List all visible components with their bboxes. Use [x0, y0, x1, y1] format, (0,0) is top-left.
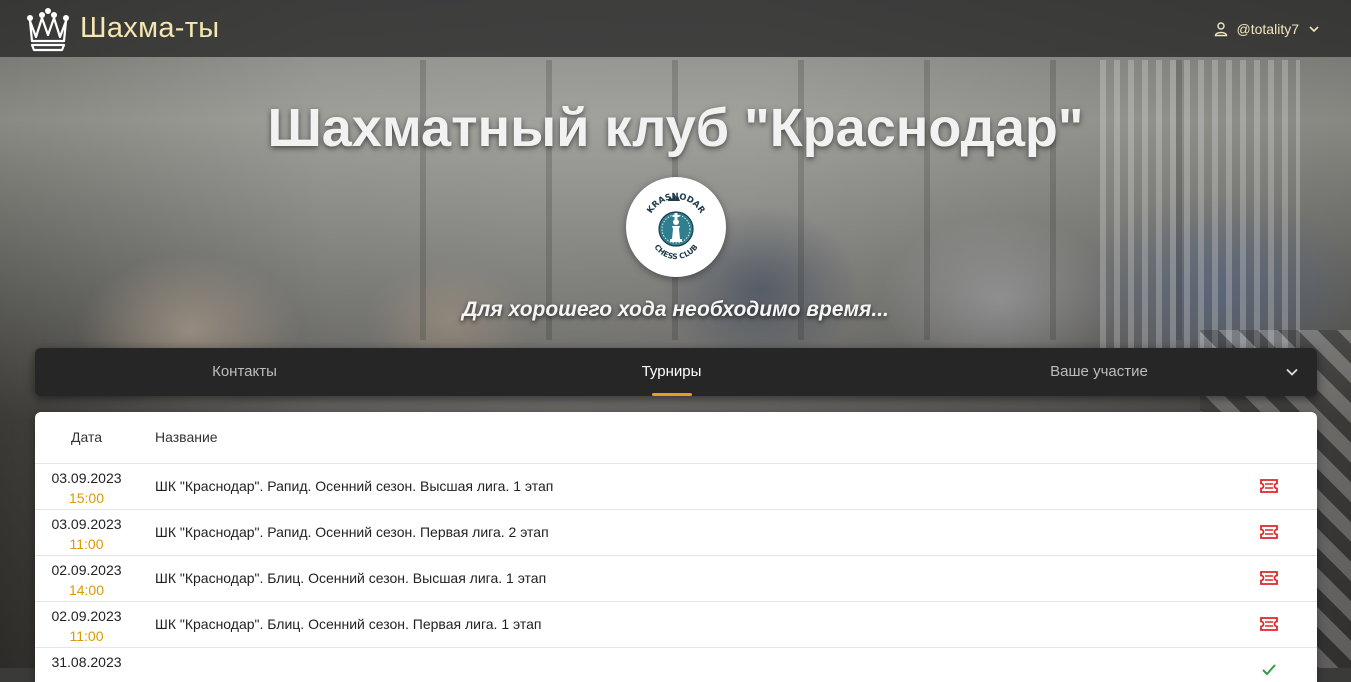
top-navbar: Шахма-ты @totality7 — [0, 0, 1351, 57]
tournament-date: 03.09.2023 — [51, 516, 122, 532]
tournament-name[interactable]: ШК "Краснодар". Рапид. Осенний сезон. Вы… — [155, 478, 553, 494]
queen-crown-icon — [27, 7, 69, 51]
ticket-icon[interactable] — [1259, 616, 1279, 632]
tournament-time: 14:00 — [68, 582, 105, 598]
date-cell: 31.08.2023 — [35, 652, 138, 672]
tournament-name[interactable]: ШК "Краснодар". Блиц. Осенний сезон. Выс… — [155, 570, 546, 586]
table-row[interactable]: 02.09.2023 11:00 ШК "Краснодар". Блиц. О… — [35, 602, 1317, 648]
ticket-icon[interactable] — [1259, 478, 1279, 494]
krasnodar-chess-club-emblem: KRASNODAR CHESS CLUB — [645, 192, 706, 261]
tournament-date: 02.09.2023 — [51, 562, 122, 578]
date-cell: 03.09.2023 11:00 — [35, 514, 138, 554]
tournament-time: 11:00 — [69, 536, 104, 552]
ticket-icon[interactable] — [1259, 524, 1279, 540]
check-icon — [1262, 664, 1276, 676]
tournament-date: 31.08.2023 — [51, 654, 122, 670]
ticket-icon[interactable] — [1259, 570, 1279, 586]
tournament-name[interactable]: ШК "Краснодар". Рапид. Осенний сезон. Пе… — [155, 524, 549, 540]
brand-link[interactable]: Шахма-ты — [24, 5, 219, 53]
chevron-down-icon[interactable] — [1285, 365, 1299, 379]
date-cell: 02.09.2023 11:00 — [35, 606, 138, 646]
tournament-name[interactable]: ШК "Краснодар". Блиц. Осенний сезон. Пер… — [155, 616, 541, 632]
tab-label: Турниры — [641, 363, 702, 380]
club-tagline: Для хорошего хода необходимо время... — [462, 298, 889, 321]
table-row[interactable]: 03.09.2023 11:00 ШК "Краснодар". Рапид. … — [35, 510, 1317, 556]
tournaments-table: Дата Название 03.09.2023 15:00 ШК "Красн… — [35, 412, 1317, 682]
table-row[interactable]: 31.08.2023 — [35, 648, 1317, 682]
user-menu[interactable]: @totality7 — [1213, 21, 1321, 37]
tab-your-participation[interactable]: Ваше участие — [889, 348, 1309, 396]
tournament-time: 15:00 — [68, 490, 105, 506]
tab-label: Ваше участие — [1050, 363, 1148, 380]
tournament-time: 11:00 — [69, 628, 104, 644]
user-icon — [1214, 21, 1227, 36]
club-tabs: Контакты Турниры Ваше участие — [35, 348, 1317, 396]
chevron-down-icon — [1309, 25, 1319, 32]
tournament-date: 03.09.2023 — [51, 470, 122, 486]
club-title: Шахматный клуб "Краснодар" — [267, 98, 1084, 158]
active-tab-indicator — [651, 393, 692, 396]
tab-contacts[interactable]: Контакты — [35, 348, 454, 396]
table-row[interactable]: 02.09.2023 14:00 ШК "Краснодар". Блиц. О… — [35, 556, 1317, 602]
tab-tournaments[interactable]: Турниры — [454, 348, 889, 396]
column-header-name: Название — [155, 429, 218, 445]
column-header-date: Дата — [70, 429, 102, 445]
date-cell: 02.09.2023 14:00 — [35, 560, 138, 600]
user-handle: @totality7 — [1236, 20, 1299, 37]
tab-label: Контакты — [212, 363, 277, 380]
brand-name: Шахма-ты — [80, 12, 220, 44]
table-row[interactable]: 03.09.2023 15:00 ШК "Краснодар". Рапид. … — [35, 464, 1317, 510]
table-header: Дата Название — [35, 412, 1317, 464]
date-cell: 03.09.2023 15:00 — [35, 468, 138, 508]
tournament-date: 02.09.2023 — [51, 608, 122, 624]
club-logo: KRASNODAR CHESS CLUB — [626, 177, 726, 277]
